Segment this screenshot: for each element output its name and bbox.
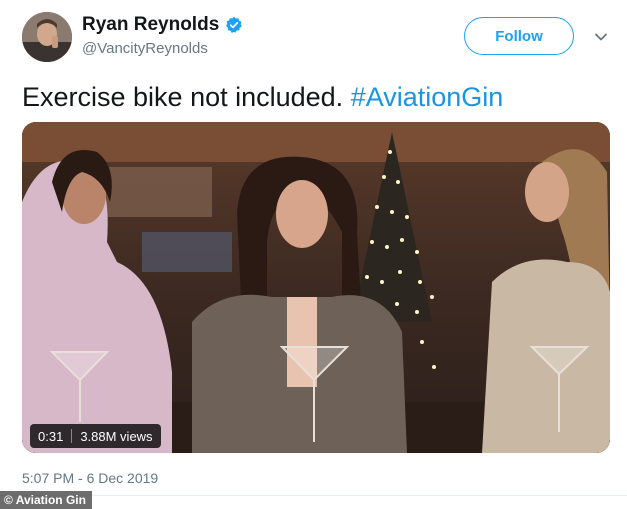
divider	[0, 495, 627, 496]
avatar-image	[22, 12, 72, 62]
hashtag-link[interactable]: #AviationGin	[351, 82, 504, 112]
author-name[interactable]: Ryan Reynolds	[82, 14, 219, 36]
video-thumbnail	[22, 122, 610, 453]
tweet-body: Exercise bike not included.	[22, 82, 351, 112]
video-info-badge: 0:31 3.88M views	[30, 424, 161, 448]
tweet-timestamp[interactable]: 5:07 PM - 6 Dec 2019	[22, 470, 158, 486]
author-name-row[interactable]: Ryan Reynolds	[82, 14, 243, 36]
badge-divider	[71, 429, 73, 443]
verified-badge-icon	[226, 16, 243, 33]
avatar[interactable]	[22, 12, 72, 62]
author-handle[interactable]: @VancityReynolds	[82, 40, 208, 57]
follow-button[interactable]: Follow	[464, 17, 574, 55]
tweet-text: Exercise bike not included. #AviationGin	[22, 82, 503, 113]
video-duration: 0:31	[38, 428, 64, 444]
chevron-down-icon[interactable]	[594, 30, 608, 44]
video-views: 3.88M views	[80, 428, 153, 444]
image-credit: © Aviation Gin	[0, 491, 92, 509]
video-player[interactable]	[22, 122, 610, 453]
